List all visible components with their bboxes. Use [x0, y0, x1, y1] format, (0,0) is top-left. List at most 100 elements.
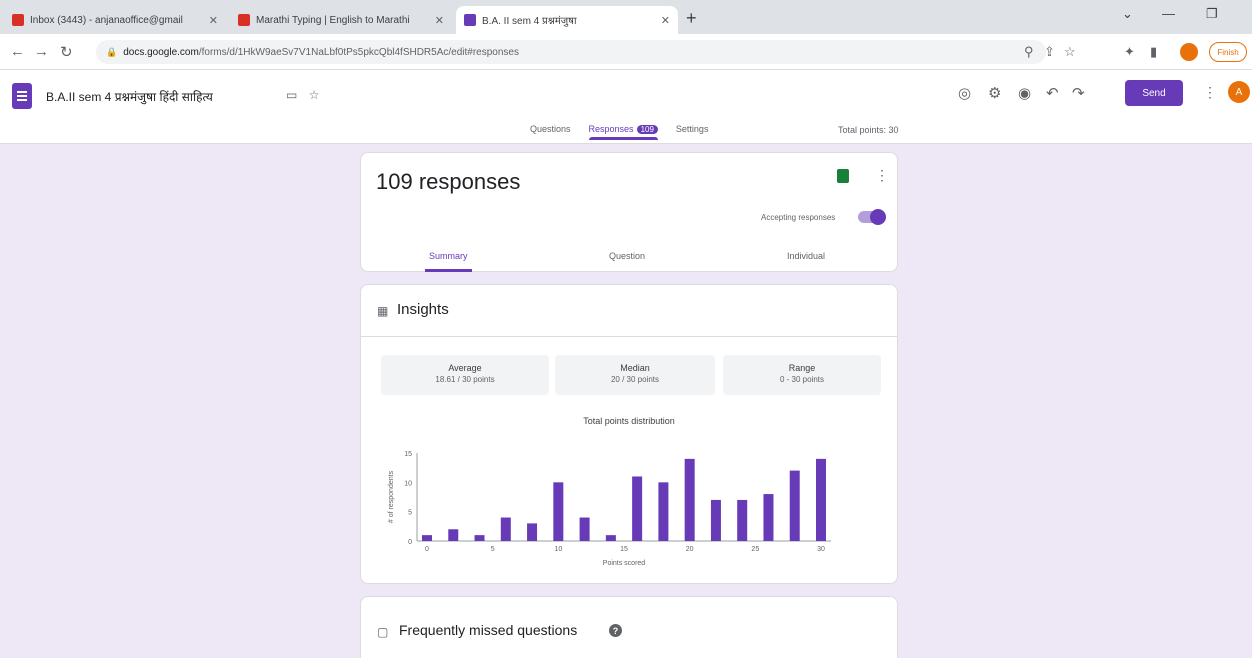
chart-bar [605, 535, 616, 541]
extensions-icon[interactable]: ✦ [1124, 44, 1135, 60]
y-axis-label: # of respondents [388, 470, 395, 523]
gmail-icon [12, 14, 24, 26]
x-tick-label: 0 [425, 546, 429, 553]
addons-icon[interactable]: ⚙ [988, 84, 1001, 102]
bookmark-star-icon[interactable]: ☆ [1064, 44, 1076, 60]
y-tick-label: 5 [408, 510, 412, 517]
redo-icon[interactable]: ↷ [1072, 84, 1085, 102]
profile-avatar[interactable] [1180, 43, 1198, 61]
maximize-icon[interactable]: ❐ [1206, 6, 1218, 22]
insights-header: ▦ Insights [361, 285, 897, 337]
stat-label: Average [448, 363, 482, 373]
tab-questions[interactable]: Questions [530, 124, 571, 140]
browser-toolbar: ← → ↻ 🔒 docs.google.com /forms/d/1HkW9ae… [0, 34, 1252, 70]
tab-search-icon[interactable]: ⌄ [1122, 6, 1133, 22]
more-options-icon[interactable]: ⋮ [1203, 84, 1217, 101]
new-tab-button[interactable]: + [686, 8, 697, 29]
responses-summary-card: 109 responses ⋮ Accepting responses Summ… [360, 152, 898, 272]
stat-range: Range 0 - 30 points [723, 355, 881, 395]
chart-bar [710, 499, 721, 541]
title-actions: ▭ ☆ [286, 88, 319, 102]
close-icon[interactable]: ✕ [661, 14, 670, 27]
stat-value: 18.61 / 30 points [435, 375, 495, 384]
browser-tab-gmail[interactable]: Inbox (3443) - anjanaoffice@gmail ✕ [4, 6, 226, 34]
more-options-icon[interactable]: ⋮ [875, 167, 889, 184]
url-domain: docs.google.com [123, 46, 199, 58]
accepting-responses-toggle[interactable] [858, 209, 886, 225]
x-tick-label: 10 [554, 546, 562, 553]
reload-icon[interactable]: ↻ [60, 43, 73, 61]
form-title[interactable]: B.A.II sem 4 प्रश्नमंजुषा हिंदी साहित्य [46, 88, 213, 105]
customize-theme-icon[interactable]: ◎ [958, 84, 971, 102]
google-forms-logo-icon[interactable] [12, 83, 32, 109]
side-panel-icon[interactable]: ▮ [1150, 44, 1157, 60]
x-tick-label: 20 [686, 546, 694, 553]
chart-bar [737, 499, 748, 541]
move-to-folder-icon[interactable]: ▭ [286, 88, 297, 102]
browser-tab-label: B.A. II sem 4 प्रश्नमंजुषा [482, 16, 577, 27]
help-icon[interactable]: ? [609, 624, 622, 637]
points-distribution-chart: 0 5 10 15 0 5 10 15 20 25 30 Points scored # of resp… [388, 451, 831, 567]
insights-title: Insights [397, 301, 449, 318]
preview-eye-icon[interactable]: ◉ [1018, 84, 1031, 102]
stat-value: 0 - 30 points [779, 375, 825, 384]
subtab-question[interactable]: Question [609, 251, 645, 261]
total-points: Total points: 30 [838, 125, 899, 135]
chart-bar [474, 535, 485, 541]
chart-title: Total points distribution [583, 416, 675, 426]
back-icon[interactable]: ← [10, 43, 25, 60]
toggle-knob [870, 209, 886, 225]
missed-questions-icon: ▢ [377, 625, 389, 639]
browser-tab-marathi-typing[interactable]: Marathi Typing | English to Marathi ✕ [230, 6, 452, 34]
zoom-icon[interactable]: ⚲ [1024, 44, 1034, 60]
x-tick-label: 25 [751, 546, 759, 553]
send-button[interactable]: Send [1125, 80, 1183, 106]
tab-responses[interactable]: Responses 109 [588, 124, 659, 140]
minimize-icon[interactable]: — [1162, 6, 1175, 21]
chart-bar [763, 494, 774, 541]
responses-count-badge: 109 [636, 125, 658, 134]
chart-bar [658, 482, 669, 541]
chart-bar [789, 470, 800, 541]
response-subtabs: Summary Question Individual [361, 245, 899, 273]
browser-tab-label: Marathi Typing | English to Marathi [256, 14, 410, 26]
browser-tab-forms[interactable]: B.A. II sem 4 प्रश्नमंजुषा ✕ [456, 6, 678, 34]
finish-pill-button[interactable]: Finish [1209, 42, 1247, 62]
chart-bar [500, 517, 511, 541]
sheets-icon[interactable] [837, 169, 849, 183]
chart-bar [684, 458, 695, 541]
stat-label: Median [620, 363, 650, 373]
avatar[interactable]: A [1228, 81, 1250, 103]
forward-icon[interactable]: → [34, 43, 49, 60]
y-tick-label: 15 [404, 451, 412, 458]
chart-bar [422, 535, 432, 541]
close-icon[interactable]: ✕ [435, 14, 444, 27]
y-tick-label: 0 [408, 539, 412, 546]
forms-header: B.A.II sem 4 प्रश्नमंजुषा हिंदी साहित्य … [0, 70, 1252, 144]
stat-label: Range [788, 363, 816, 373]
chart-bar [579, 517, 590, 541]
y-tick-label: 10 [404, 480, 412, 487]
typing-site-icon [238, 14, 250, 26]
chart-bar [816, 458, 826, 541]
lock-icon: 🔒 [106, 46, 118, 57]
accepting-responses-label: Accepting responses [761, 213, 836, 222]
x-axis-label: Points scored [603, 560, 646, 567]
address-bar[interactable]: 🔒 docs.google.com /forms/d/1HkW9aeSv7V1N… [96, 40, 1046, 64]
google-forms-icon [464, 14, 476, 26]
stat-median: Median 20 / 30 points [555, 355, 715, 395]
insights-icon: ▦ [377, 304, 389, 318]
subtab-summary[interactable]: Summary [425, 251, 471, 272]
chart-bar [553, 482, 564, 541]
star-icon[interactable]: ☆ [309, 88, 320, 102]
url-path: /forms/d/1HkW9aeSv7V1NaLbf0tPs5pkcQbl4fS… [198, 46, 519, 58]
share-icon[interactable]: ⇪ [1044, 44, 1055, 60]
stat-average: Average 18.61 / 30 points [381, 355, 549, 395]
undo-icon[interactable]: ↶ [1046, 84, 1059, 102]
tab-settings[interactable]: Settings [676, 124, 709, 140]
subtab-individual[interactable]: Individual [787, 251, 825, 261]
frequently-missed-title: Frequently missed questions [399, 622, 578, 638]
close-icon[interactable]: ✕ [209, 14, 218, 27]
stat-value: 20 / 30 points [610, 375, 660, 384]
browser-tab-strip: Inbox (3443) - anjanaoffice@gmail ✕ Mara… [0, 0, 1252, 34]
